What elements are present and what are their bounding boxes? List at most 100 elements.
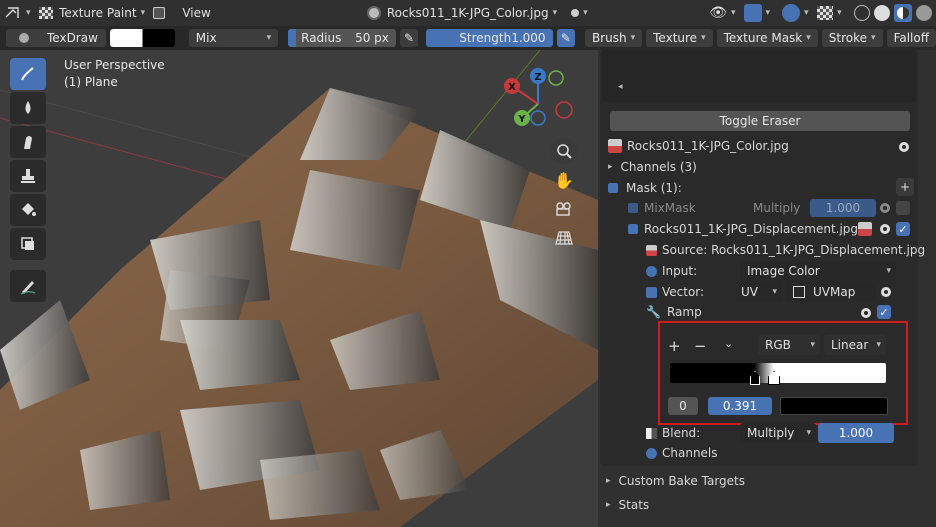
ramp-enable-checkbox[interactable]: ✓	[877, 305, 891, 319]
interpolation-dropdown[interactable]: Linear ▾	[824, 335, 886, 355]
chevron-down-icon: ▾	[772, 287, 777, 297]
object-label: (1) Plane	[64, 75, 118, 89]
list-expand-icon[interactable]: ◂	[618, 82, 623, 92]
visibility-toggle[interactable]: 👁 ▾	[705, 2, 739, 24]
image-name: Rocks011_1K-JPG_Color.jpg	[386, 6, 549, 20]
navigation-gizmo[interactable]: Z X Y	[498, 64, 578, 144]
image-item[interactable]: Rocks011_1K-JPG_Color.jpg	[608, 136, 789, 156]
stats-header[interactable]: ▸ Stats	[606, 495, 649, 515]
gear-icon[interactable]	[877, 200, 893, 216]
view-menu[interactable]: View	[178, 2, 214, 24]
pen-pressure-icon: ✎	[404, 31, 415, 45]
editor-header: ▾ Texture Paint ▾ View Rocks011_1K-JPG_C…	[0, 0, 936, 26]
mask-tool-button[interactable]	[10, 228, 46, 260]
chevron-down-icon: ▾	[140, 8, 146, 18]
tool-settings-bar: TexDraw Mix ▾ Radius 50 px ✎ Strength 1.…	[0, 26, 936, 50]
slots-toggle[interactable]	[149, 2, 172, 24]
channels-item[interactable]: ▸ Channels (3)	[608, 157, 697, 177]
checker-icon	[817, 6, 834, 20]
color-mode-dropdown[interactable]: RGB ▾	[758, 335, 820, 355]
stop-color-swatch[interactable]	[780, 397, 888, 415]
custom-bake-targets-header[interactable]: ▸ Custom Bake Targets	[606, 471, 745, 491]
vector-mode-dropdown[interactable]: UV ▾	[734, 282, 782, 302]
fill-tool-button[interactable]	[10, 194, 46, 226]
overlay-toggle[interactable]: ▾	[778, 2, 813, 24]
mixmask-value[interactable]: 1.000	[810, 199, 876, 217]
chevron-down-icon: ▾	[886, 266, 891, 276]
perspective-label: User Perspective	[64, 58, 165, 72]
displacement-item[interactable]: Rocks011_1K-JPG_Displacement.jpg	[628, 219, 858, 239]
stroke-menu[interactable]: Stroke ▾	[821, 29, 883, 47]
image-icon[interactable]	[858, 222, 872, 236]
clone-tool-button[interactable]	[10, 160, 46, 192]
brush-icon	[19, 33, 29, 43]
checker-icon	[39, 7, 54, 19]
brush-menu[interactable]: Brush ▾	[584, 29, 643, 47]
input-dropdown[interactable]: Image Color ▾	[740, 261, 896, 281]
channels-sub-item[interactable]: Channels	[646, 443, 718, 463]
uvmap-field[interactable]: UVMap	[786, 282, 876, 302]
smear-tool-button[interactable]	[10, 126, 46, 158]
chevron-down-icon: ▾	[810, 340, 815, 350]
ortho-toggle-button[interactable]	[551, 225, 577, 251]
pan-button[interactable]: ✋	[551, 167, 577, 193]
wireframe-shading-icon[interactable]	[854, 5, 870, 21]
toggle-eraser-button[interactable]: Toggle Eraser	[610, 111, 910, 131]
hand-icon: ✋	[554, 170, 574, 190]
record-menu[interactable]: ▾	[567, 2, 597, 24]
annotate-tool-button[interactable]	[10, 270, 46, 302]
rendered-shading-icon[interactable]	[916, 5, 932, 21]
gear-icon[interactable]	[878, 284, 894, 300]
mixmask-enable-checkbox[interactable]	[896, 201, 910, 215]
mask-item[interactable]: Mask (1):	[608, 178, 682, 198]
brush-selector[interactable]: TexDraw	[6, 29, 107, 47]
blend-mode-dropdown[interactable]: Multiply ▾	[740, 423, 816, 443]
strength-pressure-toggle[interactable]: ✎	[556, 29, 575, 47]
blend-mode-dropdown[interactable]: Mix ▾	[188, 29, 279, 47]
gear-icon[interactable]	[896, 139, 912, 155]
mask-icon	[21, 237, 34, 250]
xray-toggle[interactable]: ▾	[813, 2, 850, 24]
gear-icon[interactable]	[858, 305, 874, 321]
add-mask-button[interactable]: +	[896, 178, 914, 196]
color-swatch[interactable]	[110, 29, 175, 47]
pencil-icon	[20, 281, 36, 295]
displacement-enable-checkbox[interactable]: ✓	[896, 222, 910, 236]
soften-tool-button[interactable]	[10, 92, 46, 124]
stop-position-field[interactable]: 0.391	[708, 397, 772, 415]
falloff-menu[interactable]: Falloff	[886, 29, 936, 47]
mixmask-item[interactable]: MixMask	[628, 198, 696, 218]
zoom-button[interactable]	[551, 138, 577, 164]
add-stop-button[interactable]: +	[668, 337, 681, 355]
radius-slider[interactable]: Radius 50 px	[288, 29, 396, 47]
ramp-menu-button[interactable]: ⌄	[724, 337, 733, 350]
channels-icon	[646, 447, 657, 459]
mixmask-blend[interactable]: Multiply	[753, 198, 800, 218]
list-box[interactable]	[602, 50, 916, 102]
smear-icon	[24, 136, 32, 149]
draw-tool-button[interactable]	[10, 58, 46, 90]
bucket-icon	[22, 203, 36, 216]
solid-shading-icon[interactable]	[874, 5, 890, 21]
material-shading-icon[interactable]	[894, 4, 912, 22]
shading-buttons	[850, 2, 936, 24]
strength-slider[interactable]: Strength 1.000	[426, 29, 553, 47]
3d-viewport[interactable]: User Perspective (1) Plane Z X Y ✋	[0, 50, 598, 527]
wrench-icon: 🔧	[646, 305, 661, 319]
gizmo-toggle[interactable]: ▾	[740, 2, 779, 24]
gizmo-icon	[743, 4, 762, 22]
mode-selector[interactable]: Texture Paint ▾	[35, 2, 149, 24]
editor-type-menu[interactable]: ▾	[0, 2, 35, 24]
stop-index-field[interactable]: 0	[668, 397, 698, 415]
camera-button[interactable]	[551, 196, 577, 222]
blend-factor-field[interactable]: 1.000	[818, 423, 894, 443]
mode-label: Texture Paint	[59, 6, 137, 20]
radius-pressure-toggle[interactable]: ✎	[399, 29, 419, 47]
texture-menu[interactable]: Texture ▾	[646, 29, 713, 47]
remove-stop-button[interactable]: −	[694, 337, 707, 355]
gear-icon[interactable]	[877, 221, 893, 237]
pen-pressure-icon: ✎	[560, 31, 571, 45]
image-selector[interactable]: Rocks011_1K-JPG_Color.jpg ▾	[363, 2, 561, 24]
vector-label: Vector:	[646, 282, 704, 302]
texture-mask-menu[interactable]: Texture Mask ▾	[716, 29, 818, 47]
